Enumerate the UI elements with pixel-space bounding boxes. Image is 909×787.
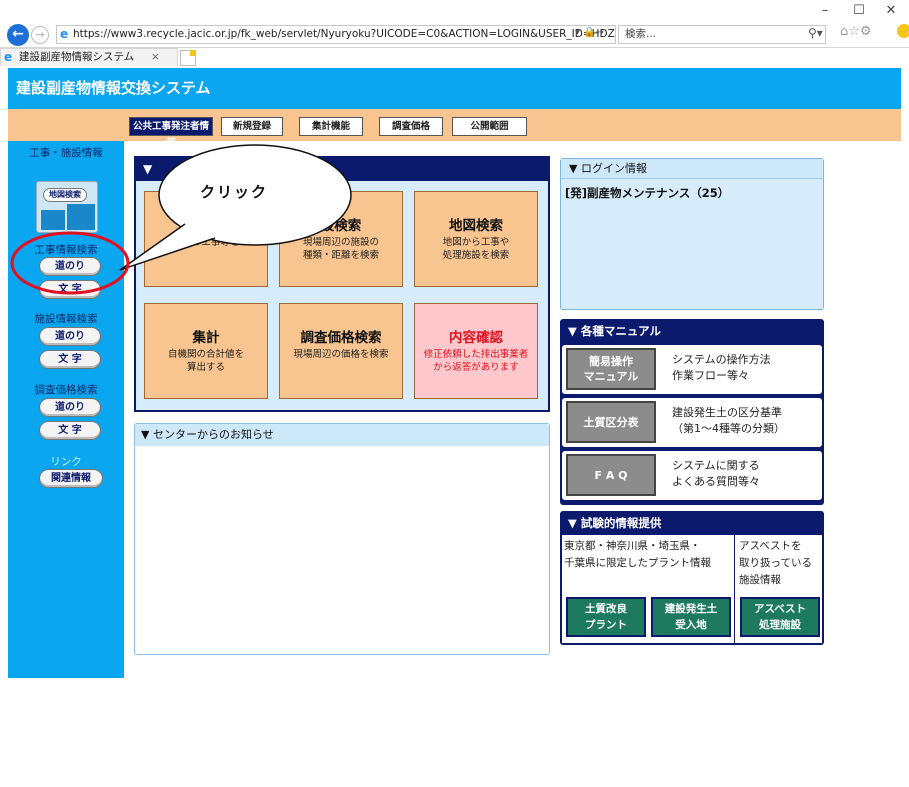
nav-tab-bar: 公共工事発注者情報 新規登録 集計機能 調査価格 公開範囲 <box>8 109 901 149</box>
callout-text: クリック <box>200 183 269 201</box>
app-frame: 建設副産物情報交換システム 公共工事発注者情報 新規登録 集計機能 調査価格 公… <box>8 68 901 787</box>
chosa-search-heading: 調査価格検索 <box>34 384 98 396</box>
manuals-panel: ▼ 各種マニュアル 簡易操作 マニュアル システムの操作方法 作業フロー等々 土質… <box>560 319 824 505</box>
soil-plant-button[interactable]: 土質改良 プラント <box>566 597 646 637</box>
trial-divider <box>734 535 735 643</box>
soil-receiving-site-button[interactable]: 建設発生土 受入地 <box>651 597 731 637</box>
tile-aggregate[interactable]: 集計 自機関の合計値を 算出する <box>144 303 268 399</box>
faq-button[interactable]: F A Q <box>566 454 656 496</box>
new-tab-icon[interactable] <box>180 50 196 66</box>
app-title: 建設副産物情報交換システム <box>8 68 901 109</box>
tab-public-works[interactable]: 公共工事発注者情報 <box>129 117 213 149</box>
manual-row: 土質区分表 建設発生土の区分基準 （第1～4種等の分類） <box>562 398 822 447</box>
tile-shisetsu-search[interactable]: 設検索 現場周辺の施設の 種類・距離を検索 <box>279 191 403 287</box>
forward-icon[interactable]: → <box>31 26 49 44</box>
lock-refresh-icons[interactable]: ▾ 🔒→ <box>575 27 604 38</box>
login-user-name: [発]副産物メンテナンス（25） <box>565 186 730 200</box>
browser-tab[interactable]: e 建設副産物情報システム × <box>0 48 178 66</box>
notice-header: ▼ センターからのお知らせ <box>135 424 549 446</box>
shisetsu-search-heading: 施設情報検索 <box>34 313 98 325</box>
koji-text-button[interactable]: 文 字 <box>39 280 101 299</box>
browser-search-input[interactable]: 検索... <box>618 25 826 44</box>
trial-info-header: ▼ 試験的情報提供 <box>568 516 662 530</box>
tab-favicon-icon: e <box>4 50 13 64</box>
url-text: https://www3.recycle.jacic.or.jp/fk_web/… <box>73 28 616 40</box>
back-icon[interactable]: ← <box>7 24 29 46</box>
search-icon[interactable]: ⚲▾ <box>808 26 823 40</box>
tab-public-scope[interactable]: 公開範囲 <box>452 117 527 136</box>
close-window-icon[interactable]: ✕ <box>878 2 904 20</box>
browser-chrome: – ☐ ✕ ← → e https://www3.recycle.jacic.o… <box>0 0 909 48</box>
trial-info-body: 東京都・神奈川県・埼玉県・ 千葉県に限定したプラント情報 アスベストを 取り扱ってい… <box>562 535 822 643</box>
login-info-panel: ▼ ログイン情報 [発]副産物メンテナンス（25） <box>560 158 824 310</box>
tile-survey-price-search[interactable]: 調査価格検索 現場周辺の価格を検索 <box>279 303 403 399</box>
ie-page-icon: e <box>60 27 69 41</box>
tab-survey-price[interactable]: 調査価格 <box>379 117 443 136</box>
tab-new-registration[interactable]: 新規登録 <box>221 117 283 136</box>
tile-map-search[interactable]: 地図検索 地図から工事や 処理施設を検索 <box>414 191 538 287</box>
tile-koji-search[interactable]: 機関の工事等を <box>144 191 268 287</box>
main-menu-header: ▼ <box>143 162 153 176</box>
sidebar: 工事・施設情報 地図検索 工事情報検索 道のり 文 字 施設情報検索 道のり 文… <box>8 141 124 678</box>
asbestos-facility-button[interactable]: アスベスト 処理施設 <box>740 597 820 637</box>
toolbar-icons[interactable]: ⌂☆⚙ <box>840 24 872 39</box>
maximize-icon[interactable]: ☐ <box>846 2 872 20</box>
trial-info-panel: ▼ 試験的情報提供 東京都・神奈川県・埼玉県・ 千葉県に限定したプラント情報 アス… <box>560 511 824 645</box>
sidebar-section-title: 工事・施設情報 <box>29 147 103 159</box>
tab-title: 建設副産物情報システム <box>19 51 135 63</box>
notice-panel: ▼ センターからのお知らせ <box>134 423 550 655</box>
soil-classification-button[interactable]: 土質区分表 <box>566 401 656 443</box>
tile-content-check[interactable]: 内容確認 修正依頼した排出事業者 から返答があります <box>414 303 538 399</box>
manuals-header: ▼ 各種マニュアル <box>568 324 662 338</box>
simple-manual-button[interactable]: 簡易操作 マニュアル <box>566 348 656 390</box>
chosa-text-button[interactable]: 文 字 <box>39 421 101 440</box>
smiley-icon[interactable] <box>897 24 909 38</box>
map-search-label: 地図検索 <box>43 188 87 202</box>
shisetsu-route-button[interactable]: 道のり <box>39 327 101 346</box>
tab-close-icon[interactable]: × <box>151 49 160 66</box>
chosa-route-button[interactable]: 道のり <box>39 398 101 417</box>
shisetsu-text-button[interactable]: 文 字 <box>39 350 101 369</box>
link-heading: リンク <box>50 456 82 468</box>
tab-aggregation[interactable]: 集計機能 <box>299 117 363 136</box>
main-menu-panel: ▼ 機関の工事等を 設検索 現場周辺の施設の 種類・距離を検索 地図検索 地図から… <box>134 156 550 412</box>
main-menu-body: 機関の工事等を 設検索 現場周辺の施設の 種類・距離を検索 地図検索 地図から工事… <box>136 181 548 410</box>
related-info-button[interactable]: 関連情報 <box>39 469 103 488</box>
address-bar[interactable]: e https://www3.recycle.jacic.or.jp/fk_we… <box>56 25 616 44</box>
map-search-icon[interactable]: 地図検索 <box>36 181 98 233</box>
minimize-icon[interactable]: – <box>812 2 838 20</box>
login-info-header: ▼ ログイン情報 <box>561 159 823 179</box>
koji-route-button[interactable]: 道のり <box>39 257 101 276</box>
manual-row: 簡易操作 マニュアル システムの操作方法 作業フロー等々 <box>562 345 822 394</box>
manual-row: F A Q システムに関する よくある質問等々 <box>562 451 822 500</box>
koji-search-heading: 工事情報検索 <box>34 244 98 256</box>
